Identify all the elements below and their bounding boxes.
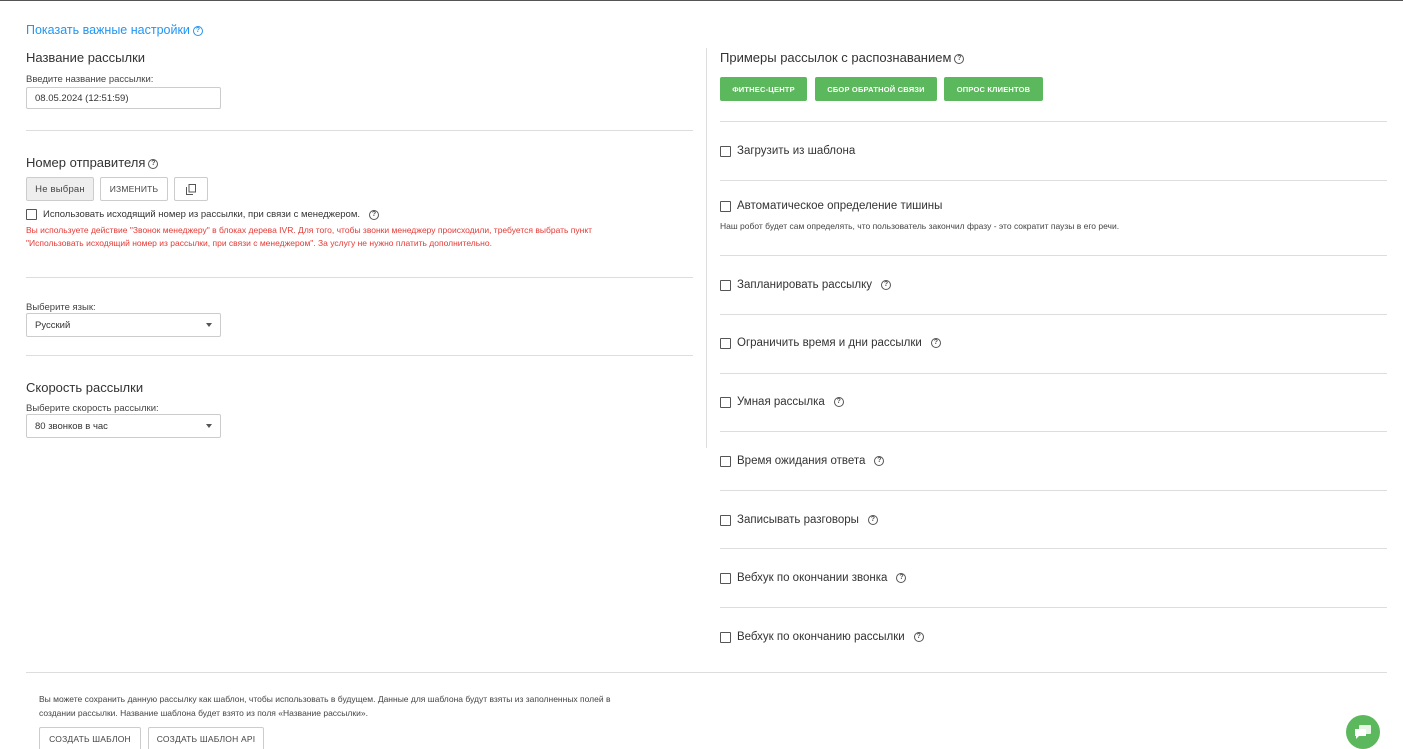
- webhook-campaign-end-checkbox[interactable]: [720, 631, 731, 643]
- template-note-line2: создании рассылки. Название шаблона буде…: [39, 708, 368, 718]
- language-select[interactable]: Русский: [26, 313, 221, 337]
- speed-value: 80 звонков в час: [35, 420, 108, 432]
- show-important-settings-link[interactable]: Показать важные настройки?: [26, 23, 203, 37]
- sender-number-heading: Номер отправителя?: [26, 155, 159, 170]
- use-outgoing-number-option[interactable]: Использовать исходящий номер из рассылки…: [26, 209, 380, 220]
- option-webhook-call-end[interactable]: Вебхук по окончании звонка?: [720, 572, 907, 584]
- response-timeout-checkbox[interactable]: [720, 455, 731, 467]
- divider: [26, 277, 693, 278]
- chat-icon: [1355, 724, 1371, 739]
- option-response-timeout[interactable]: Время ожидания ответа?: [720, 455, 885, 467]
- use-outgoing-number-checkbox[interactable]: [26, 209, 37, 220]
- webhook-call-end-label: Вебхук по окончании звонка: [737, 572, 888, 584]
- copy-icon: [186, 183, 196, 195]
- campaign-name-value: 08.05.2024 (12:51:59): [35, 92, 129, 104]
- template-note: Вы можете сохранить данную рассылку как …: [39, 692, 719, 720]
- top-border: [0, 0, 1403, 1]
- template-note-line1: Вы можете сохранить данную рассылку как …: [39, 694, 611, 704]
- help-icon[interactable]: ?: [913, 632, 924, 642]
- response-timeout-label: Время ожидания ответа: [737, 455, 866, 467]
- column-separator: [706, 48, 707, 448]
- divider: [720, 121, 1387, 122]
- option-record-calls[interactable]: Записывать разговоры?: [720, 514, 878, 526]
- help-icon[interactable]: ?: [930, 338, 941, 348]
- examples-heading: Примеры рассылок с распознаванием?: [720, 50, 965, 65]
- language-label: Выберите язык:: [26, 302, 96, 313]
- option-silence-detection[interactable]: Автоматическое определение тишины: [720, 200, 942, 212]
- help-icon[interactable]: ?: [896, 573, 907, 583]
- divider: [26, 355, 693, 356]
- schedule-checkbox[interactable]: [720, 279, 731, 291]
- speed-heading: Скорость рассылки: [26, 380, 144, 395]
- smart-campaign-checkbox[interactable]: [720, 396, 731, 408]
- example-fitness-button[interactable]: ФИТНЕС-ЦЕНТР: [720, 77, 807, 101]
- help-icon[interactable]: ?: [369, 209, 380, 220]
- divider: [720, 431, 1387, 432]
- sender-warning-line2: "Использовать исходящий номер из рассылк…: [26, 238, 492, 248]
- speed-label: Выберите скорость рассылки:: [26, 403, 159, 414]
- divider: [26, 130, 693, 131]
- limit-time-label: Ограничить время и дни рассылки: [737, 337, 922, 349]
- campaign-name-input[interactable]: 08.05.2024 (12:51:59): [26, 87, 221, 109]
- load-template-label: Загрузить из шаблона: [737, 145, 856, 157]
- help-icon[interactable]: ?: [881, 280, 891, 290]
- create-template-button[interactable]: СОЗДАТЬ ШАБЛОН: [39, 727, 141, 749]
- show-settings-label[interactable]: Показать важные настройки: [26, 23, 190, 37]
- schedule-label: Запланировать рассылку: [737, 279, 872, 291]
- help-icon[interactable]: ?: [192, 25, 203, 36]
- sender-number-heading-text: Номер отправителя: [26, 155, 146, 170]
- help-icon[interactable]: ?: [954, 53, 965, 64]
- help-icon[interactable]: ?: [874, 456, 885, 466]
- chevron-down-icon: [206, 323, 212, 327]
- option-limit-time[interactable]: Ограничить время и дни рассылки?: [720, 337, 941, 349]
- divider: [720, 490, 1387, 491]
- silence-detection-checkbox[interactable]: [720, 200, 731, 212]
- create-template-api-button[interactable]: СОЗДАТЬ ШАБЛОН API: [148, 727, 264, 749]
- speed-select[interactable]: 80 звонков в час: [26, 414, 221, 438]
- divider: [720, 548, 1387, 549]
- silence-detection-label: Автоматическое определение тишины: [737, 200, 943, 212]
- help-icon[interactable]: ?: [867, 515, 878, 525]
- chevron-down-icon: [206, 424, 212, 428]
- divider: [720, 180, 1387, 181]
- examples-heading-text: Примеры рассылок с распознаванием: [720, 50, 952, 65]
- divider: [26, 672, 1387, 673]
- sender-warning: Вы используете действие "Звонок менеджер…: [26, 224, 686, 250]
- use-outgoing-number-label: Использовать исходящий номер из рассылки…: [43, 209, 361, 220]
- divider: [720, 373, 1387, 374]
- divider: [720, 255, 1387, 256]
- webhook-call-end-checkbox[interactable]: [720, 572, 731, 584]
- load-template-checkbox[interactable]: [720, 145, 731, 157]
- option-smart-campaign[interactable]: Умная рассылка?: [720, 396, 844, 408]
- copy-button[interactable]: [174, 177, 208, 201]
- help-icon[interactable]: ?: [148, 158, 159, 169]
- smart-campaign-label: Умная рассылка: [737, 396, 825, 408]
- example-feedback-button[interactable]: СБОР ОБРАТНОЙ СВЯЗИ: [815, 77, 937, 101]
- record-calls-checkbox[interactable]: [720, 514, 731, 526]
- change-sender-button[interactable]: ИЗМЕНИТЬ: [100, 177, 168, 201]
- campaign-name-heading: Название рассылки: [26, 50, 146, 65]
- divider: [720, 314, 1387, 315]
- option-webhook-campaign-end[interactable]: Вебхук по окончанию рассылки?: [720, 631, 924, 643]
- example-survey-button[interactable]: ОПРОС КЛИЕНТОВ: [944, 77, 1043, 101]
- divider: [720, 607, 1387, 608]
- sender-warning-line1: Вы используете действие "Звонок менеджер…: [26, 225, 593, 235]
- option-schedule[interactable]: Запланировать рассылку?: [720, 279, 891, 291]
- campaign-name-label: Введите название рассылки:: [26, 74, 154, 85]
- help-icon[interactable]: ?: [833, 397, 844, 407]
- sender-not-selected: Не выбран: [26, 177, 94, 201]
- silence-detection-note: Наш робот будет сам определять, что поль…: [720, 221, 1120, 231]
- limit-time-checkbox[interactable]: [720, 337, 731, 349]
- chat-button[interactable]: [1346, 715, 1380, 749]
- language-value: Русский: [35, 319, 71, 331]
- record-calls-label: Записывать разговоры: [737, 514, 859, 526]
- webhook-campaign-end-label: Вебхук по окончанию рассылки: [737, 631, 905, 643]
- option-load-template[interactable]: Загрузить из шаблона: [720, 145, 855, 157]
